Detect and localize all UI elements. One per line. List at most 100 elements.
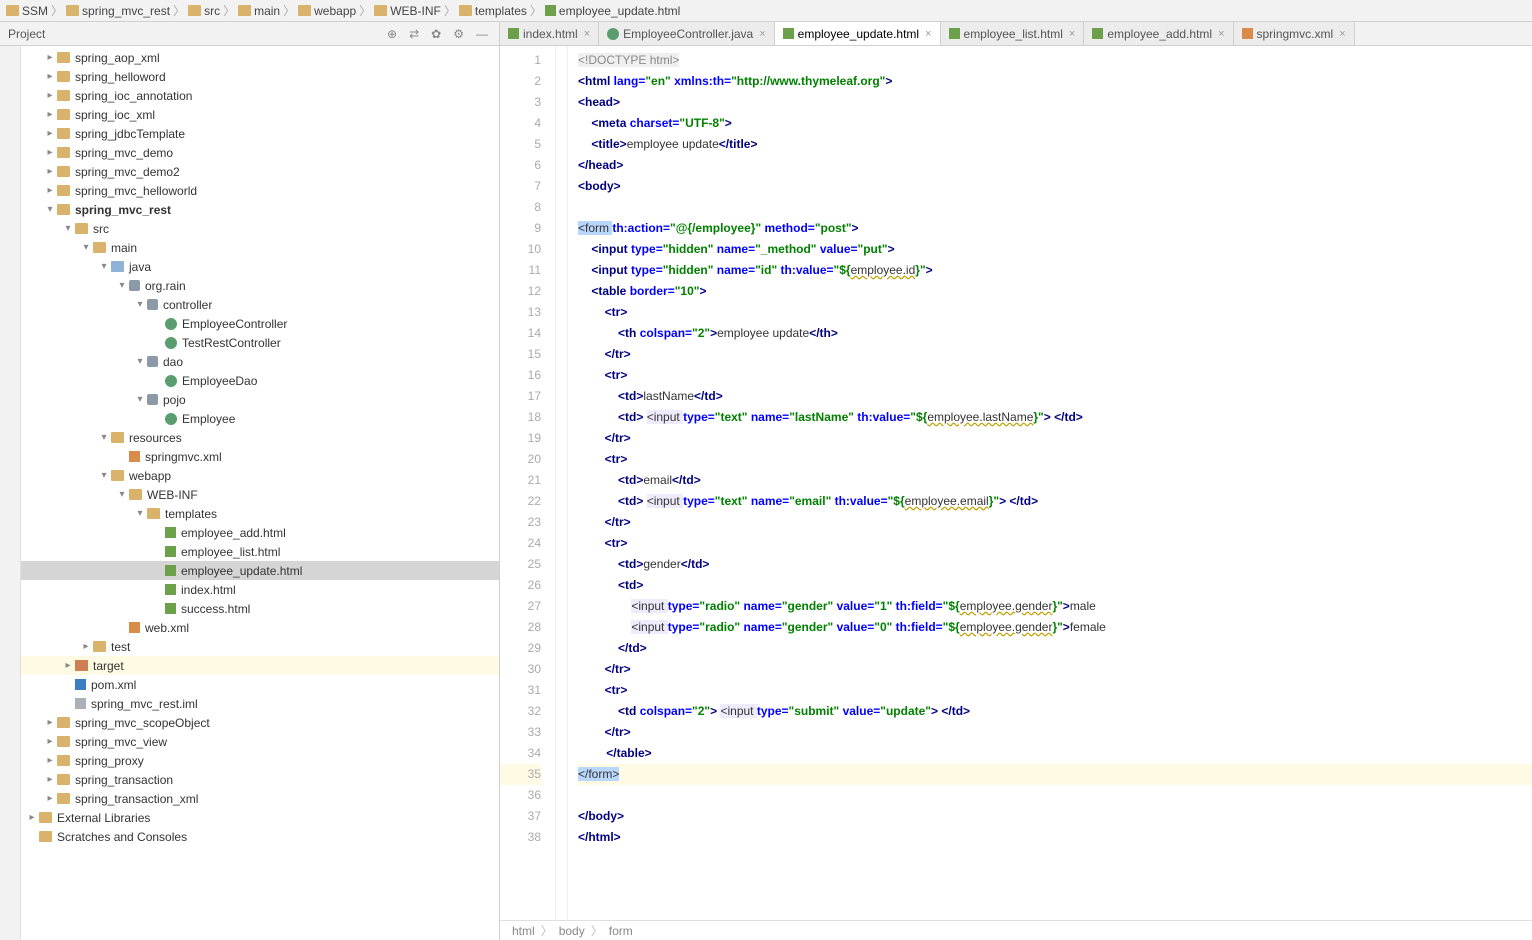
breadcrumb-item[interactable]: employee_update.html — [545, 4, 680, 18]
code-line[interactable]: <table border="10"> — [578, 281, 1532, 302]
code-line[interactable]: <tr> — [578, 302, 1532, 323]
tree-node[interactable]: employee_update.html — [21, 561, 499, 580]
tree-node[interactable]: employee_list.html — [21, 542, 499, 561]
editor-tab[interactable]: employee_update.html× — [775, 22, 941, 45]
line-number[interactable]: 20 — [500, 449, 541, 470]
show-options-icon[interactable]: ✿ — [428, 27, 444, 41]
tree-node[interactable]: spring_proxy — [21, 751, 499, 770]
code-line[interactable]: <td>email</td> — [578, 470, 1532, 491]
intention-bulb-icon[interactable]: 💡 — [568, 746, 571, 760]
line-number[interactable]: 17 — [500, 386, 541, 407]
line-number[interactable]: 10 — [500, 239, 541, 260]
tree-node[interactable]: java — [21, 257, 499, 276]
line-number[interactable]: 4 — [500, 113, 541, 134]
code-line[interactable]: <form th:action="@{/employee}" method="p… — [578, 218, 1532, 239]
breadcrumb[interactable]: SSM〉spring_mvc_rest〉src〉main〉webapp〉WEB-… — [0, 0, 1532, 22]
tree-node[interactable]: test — [21, 637, 499, 656]
hide-icon[interactable]: — — [473, 27, 491, 41]
line-number[interactable]: 16 — [500, 365, 541, 386]
line-number[interactable]: 5 — [500, 134, 541, 155]
fold-gutter[interactable] — [556, 46, 568, 920]
line-number[interactable]: 18 — [500, 407, 541, 428]
tree-arrow-icon[interactable] — [43, 109, 57, 120]
line-number[interactable]: 2 — [500, 71, 541, 92]
gear-icon[interactable]: ⚙ — [450, 27, 467, 41]
tree-node[interactable]: target — [21, 656, 499, 675]
expand-icon[interactable]: ⇄ — [406, 27, 422, 41]
tree-node[interactable]: Scratches and Consoles — [21, 827, 499, 846]
code-line[interactable]: </tr> — [578, 344, 1532, 365]
tree-node[interactable]: main — [21, 238, 499, 257]
code-line[interactable]: <title>employee update</title> — [578, 134, 1532, 155]
line-number[interactable]: 29 — [500, 638, 541, 659]
tree-node[interactable]: spring_jdbcTemplate — [21, 124, 499, 143]
line-number[interactable]: 22 — [500, 491, 541, 512]
line-number[interactable]: 26 — [500, 575, 541, 596]
tree-node[interactable]: spring_helloword — [21, 67, 499, 86]
close-icon[interactable]: × — [1339, 28, 1345, 40]
code-line[interactable]: </html> — [578, 827, 1532, 848]
tree-node[interactable]: spring_ioc_annotation — [21, 86, 499, 105]
code-line[interactable]: </tr> — [578, 428, 1532, 449]
tree-arrow-icon[interactable] — [133, 299, 147, 310]
tree-node[interactable]: spring_mvc_rest.iml — [21, 694, 499, 713]
line-number[interactable]: 14 — [500, 323, 541, 344]
line-number[interactable]: 7 — [500, 176, 541, 197]
breadcrumb-item[interactable]: SSM — [6, 4, 48, 18]
tree-arrow-icon[interactable] — [43, 204, 57, 215]
close-icon[interactable]: × — [759, 28, 765, 40]
tree-arrow-icon[interactable] — [43, 736, 57, 747]
code-line[interactable]: </body> — [578, 806, 1532, 827]
tree-node[interactable]: spring_mvc_demo2 — [21, 162, 499, 181]
breadcrumb-item[interactable]: webapp — [298, 4, 356, 18]
breadcrumb-item[interactable]: templates — [459, 4, 527, 18]
code-line[interactable]: <tr> — [578, 533, 1532, 554]
breadcrumb-item[interactable]: main — [238, 4, 280, 18]
code-line[interactable]: <tr> — [578, 365, 1532, 386]
tree-arrow-icon[interactable] — [43, 755, 57, 766]
code-line[interactable]: <td>gender</td> — [578, 554, 1532, 575]
editor-tab[interactable]: springmvc.xml× — [1234, 22, 1355, 45]
code-editor[interactable]: <!DOCTYPE html><html lang="en" xmlns:th=… — [568, 46, 1532, 920]
code-line[interactable]: <input type="radio" name="gender" value=… — [578, 596, 1532, 617]
line-number[interactable]: 11 — [500, 260, 541, 281]
tree-arrow-icon[interactable] — [115, 489, 129, 500]
code-line[interactable]: <html lang="en" xmlns:th="http://www.thy… — [578, 71, 1532, 92]
tree-node[interactable]: templates — [21, 504, 499, 523]
tree-node[interactable]: web.xml — [21, 618, 499, 637]
line-number[interactable]: 34 — [500, 743, 541, 764]
tree-node[interactable]: WEB-INF — [21, 485, 499, 504]
line-number[interactable]: 19 — [500, 428, 541, 449]
line-number[interactable]: 21 — [500, 470, 541, 491]
tree-arrow-icon[interactable] — [43, 166, 57, 177]
code-line[interactable]: </tr> — [578, 512, 1532, 533]
code-line[interactable]: <head> — [578, 92, 1532, 113]
tree-arrow-icon[interactable] — [133, 508, 147, 519]
line-number[interactable]: 24 — [500, 533, 541, 554]
tree-node[interactable]: EmployeeController — [21, 314, 499, 333]
tree-node[interactable]: resources — [21, 428, 499, 447]
tree-node[interactable]: org.rain — [21, 276, 499, 295]
tree-node[interactable]: spring_ioc_xml — [21, 105, 499, 124]
breadcrumb-item[interactable]: WEB-INF — [374, 4, 441, 18]
close-icon[interactable]: × — [1069, 28, 1075, 40]
line-number[interactable]: 31 — [500, 680, 541, 701]
editor-tab[interactable]: employee_add.html× — [1084, 22, 1233, 45]
dom-crumb-item[interactable]: html — [512, 924, 535, 938]
code-line[interactable]: <tr> — [578, 449, 1532, 470]
tree-arrow-icon[interactable] — [97, 261, 111, 272]
code-line[interactable]: <td>lastName</td> — [578, 386, 1532, 407]
tree-node[interactable]: TestRestController — [21, 333, 499, 352]
close-icon[interactable]: × — [584, 28, 590, 40]
line-number[interactable]: 15 — [500, 344, 541, 365]
code-line[interactable]: <td> <input type="text" name="email" th:… — [578, 491, 1532, 512]
editor-tab[interactable]: index.html× — [500, 22, 599, 45]
tree-arrow-icon[interactable] — [43, 185, 57, 196]
tree-node[interactable]: spring_transaction — [21, 770, 499, 789]
line-number[interactable]: 25 — [500, 554, 541, 575]
code-line[interactable]: </form> — [578, 764, 1532, 785]
project-tree[interactable]: spring_aop_xmlspring_hellowordspring_ioc… — [21, 46, 499, 940]
code-line[interactable]: <body> — [578, 176, 1532, 197]
line-number[interactable]: 13 — [500, 302, 541, 323]
tree-arrow-icon[interactable] — [25, 812, 39, 823]
